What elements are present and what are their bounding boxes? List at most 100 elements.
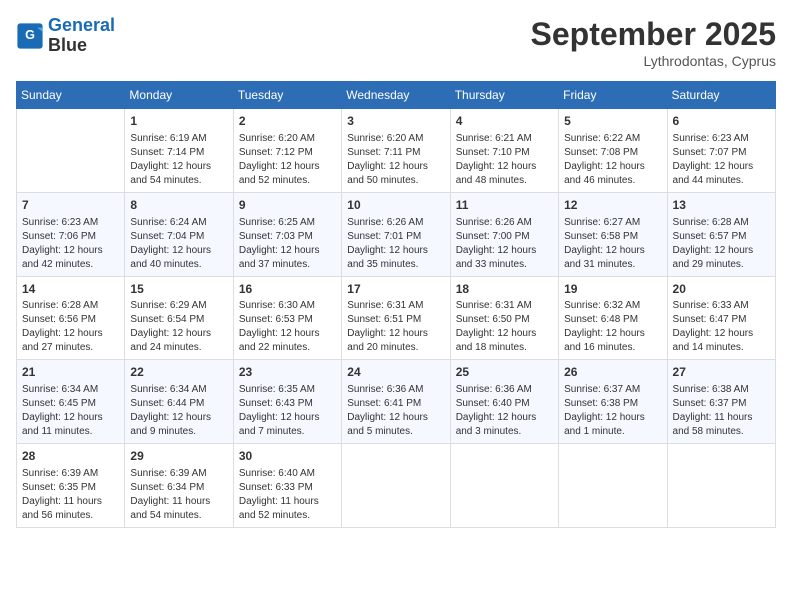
day-number: 2 xyxy=(239,113,336,130)
month-title: September 2025 xyxy=(531,16,776,53)
day-info: Sunrise: 6:36 AM Sunset: 6:40 PM Dayligh… xyxy=(456,383,553,439)
table-row xyxy=(559,444,667,528)
col-friday: Friday xyxy=(559,82,667,109)
day-number: 24 xyxy=(347,364,444,381)
col-wednesday: Wednesday xyxy=(342,82,450,109)
day-info: Sunrise: 6:34 AM Sunset: 6:45 PM Dayligh… xyxy=(22,383,119,439)
day-number: 30 xyxy=(239,448,336,465)
day-info: Sunrise: 6:20 AM Sunset: 7:12 PM Dayligh… xyxy=(239,132,336,188)
calendar-header-row: Sunday Monday Tuesday Wednesday Thursday… xyxy=(17,82,776,109)
table-row xyxy=(450,444,558,528)
day-info: Sunrise: 6:39 AM Sunset: 6:34 PM Dayligh… xyxy=(130,467,227,523)
table-row: 28 Sunrise: 6:39 AM Sunset: 6:35 PM Dayli… xyxy=(17,444,125,528)
table-row xyxy=(667,444,775,528)
day-info: Sunrise: 6:32 AM Sunset: 6:48 PM Dayligh… xyxy=(564,299,661,355)
day-number: 10 xyxy=(347,197,444,214)
calendar-week-row: 21 Sunrise: 6:34 AM Sunset: 6:45 PM Dayli… xyxy=(17,360,776,444)
day-number: 8 xyxy=(130,197,227,214)
day-number: 7 xyxy=(22,197,119,214)
col-monday: Monday xyxy=(125,82,233,109)
day-info: Sunrise: 6:36 AM Sunset: 6:41 PM Dayligh… xyxy=(347,383,444,439)
day-number: 23 xyxy=(239,364,336,381)
logo-text: General Blue xyxy=(48,16,115,56)
calendar-week-row: 1 Sunrise: 6:19 AM Sunset: 7:14 PM Daylig… xyxy=(17,109,776,193)
day-info: Sunrise: 6:19 AM Sunset: 7:14 PM Dayligh… xyxy=(130,132,227,188)
day-info: Sunrise: 6:37 AM Sunset: 6:38 PM Dayligh… xyxy=(564,383,661,439)
day-info: Sunrise: 6:23 AM Sunset: 7:07 PM Dayligh… xyxy=(673,132,770,188)
day-number: 26 xyxy=(564,364,661,381)
day-number: 29 xyxy=(130,448,227,465)
table-row: 14Sunrise: 6:28 AM Sunset: 6:56 PM Dayli… xyxy=(17,276,125,360)
day-info: Sunrise: 6:33 AM Sunset: 6:47 PM Dayligh… xyxy=(673,299,770,355)
day-number: 22 xyxy=(130,364,227,381)
day-info: Sunrise: 6:22 AM Sunset: 7:08 PM Dayligh… xyxy=(564,132,661,188)
day-number: 18 xyxy=(456,281,553,298)
day-info: Sunrise: 6:20 AM Sunset: 7:11 PM Dayligh… xyxy=(347,132,444,188)
table-row: 4Sunrise: 6:21 AM Sunset: 7:10 PM Daylig… xyxy=(450,109,558,193)
day-number: 4 xyxy=(456,113,553,130)
table-row: 24 Sunrise: 6:36 AM Sunset: 6:41 PM Dayli… xyxy=(342,360,450,444)
col-saturday: Saturday xyxy=(667,82,775,109)
day-info: Sunrise: 6:40 AM Sunset: 6:33 PM Dayligh… xyxy=(239,467,336,523)
table-row: 5Sunrise: 6:22 AM Sunset: 7:08 PM Daylig… xyxy=(559,109,667,193)
calendar-table: Sunday Monday Tuesday Wednesday Thursday… xyxy=(16,81,776,528)
table-row: 12 Sunrise: 6:27 AM Sunset: 6:58 PM Dayli… xyxy=(559,192,667,276)
table-row xyxy=(17,109,125,193)
table-row: 7 Sunrise: 6:23 AM Sunset: 7:06 PM Daylig… xyxy=(17,192,125,276)
table-row: 3Sunrise: 6:20 AM Sunset: 7:11 PM Daylig… xyxy=(342,109,450,193)
table-row: 17Sunrise: 6:31 AM Sunset: 6:51 PM Dayli… xyxy=(342,276,450,360)
day-number: 25 xyxy=(456,364,553,381)
day-info: Sunrise: 6:38 AM Sunset: 6:37 PM Dayligh… xyxy=(673,383,770,439)
location-subtitle: Lythrodontas, Cyprus xyxy=(531,53,776,69)
day-number: 28 xyxy=(22,448,119,465)
svg-text:G: G xyxy=(25,28,35,42)
col-thursday: Thursday xyxy=(450,82,558,109)
table-row: 25 Sunrise: 6:36 AM Sunset: 6:40 PM Dayli… xyxy=(450,360,558,444)
table-row: 10 Sunrise: 6:26 AM Sunset: 7:01 PM Dayli… xyxy=(342,192,450,276)
table-row: 22 Sunrise: 6:34 AM Sunset: 6:44 PM Dayli… xyxy=(125,360,233,444)
day-number: 17 xyxy=(347,281,444,298)
day-info: Sunrise: 6:31 AM Sunset: 6:51 PM Dayligh… xyxy=(347,299,444,355)
table-row: 26 Sunrise: 6:37 AM Sunset: 6:38 PM Dayli… xyxy=(559,360,667,444)
calendar-week-row: 14Sunrise: 6:28 AM Sunset: 6:56 PM Dayli… xyxy=(17,276,776,360)
day-info: Sunrise: 6:34 AM Sunset: 6:44 PM Dayligh… xyxy=(130,383,227,439)
day-number: 14 xyxy=(22,281,119,298)
day-info: Sunrise: 6:28 AM Sunset: 6:57 PM Dayligh… xyxy=(673,216,770,272)
logo-icon: G xyxy=(16,22,44,50)
logo-line2: Blue xyxy=(48,35,87,55)
title-area: September 2025 Lythrodontas, Cyprus xyxy=(531,16,776,69)
day-number: 16 xyxy=(239,281,336,298)
day-number: 11 xyxy=(456,197,553,214)
table-row: 29 Sunrise: 6:39 AM Sunset: 6:34 PM Dayli… xyxy=(125,444,233,528)
day-number: 6 xyxy=(673,113,770,130)
day-info: Sunrise: 6:24 AM Sunset: 7:04 PM Dayligh… xyxy=(130,216,227,272)
day-info: Sunrise: 6:30 AM Sunset: 6:53 PM Dayligh… xyxy=(239,299,336,355)
table-row: 2 Sunrise: 6:20 AM Sunset: 7:12 PM Daylig… xyxy=(233,109,341,193)
day-info: Sunrise: 6:26 AM Sunset: 7:00 PM Dayligh… xyxy=(456,216,553,272)
day-number: 1 xyxy=(130,113,227,130)
col-sunday: Sunday xyxy=(17,82,125,109)
table-row: 19Sunrise: 6:32 AM Sunset: 6:48 PM Dayli… xyxy=(559,276,667,360)
table-row: 30 Sunrise: 6:40 AM Sunset: 6:33 PM Dayli… xyxy=(233,444,341,528)
logo-line1: General xyxy=(48,15,115,35)
table-row: 15Sunrise: 6:29 AM Sunset: 6:54 PM Dayli… xyxy=(125,276,233,360)
header: G General Blue September 2025 Lythrodont… xyxy=(16,16,776,69)
day-info: Sunrise: 6:26 AM Sunset: 7:01 PM Dayligh… xyxy=(347,216,444,272)
day-info: Sunrise: 6:31 AM Sunset: 6:50 PM Dayligh… xyxy=(456,299,553,355)
day-info: Sunrise: 6:23 AM Sunset: 7:06 PM Dayligh… xyxy=(22,216,119,272)
day-number: 21 xyxy=(22,364,119,381)
table-row: 20Sunrise: 6:33 AM Sunset: 6:47 PM Dayli… xyxy=(667,276,775,360)
day-info: Sunrise: 6:39 AM Sunset: 6:35 PM Dayligh… xyxy=(22,467,119,523)
table-row: 23Sunrise: 6:35 AM Sunset: 6:43 PM Dayli… xyxy=(233,360,341,444)
table-row: 11 Sunrise: 6:26 AM Sunset: 7:00 PM Dayli… xyxy=(450,192,558,276)
day-info: Sunrise: 6:28 AM Sunset: 6:56 PM Dayligh… xyxy=(22,299,119,355)
table-row: 27Sunrise: 6:38 AM Sunset: 6:37 PM Dayli… xyxy=(667,360,775,444)
day-number: 9 xyxy=(239,197,336,214)
day-number: 13 xyxy=(673,197,770,214)
table-row: 18Sunrise: 6:31 AM Sunset: 6:50 PM Dayli… xyxy=(450,276,558,360)
day-number: 12 xyxy=(564,197,661,214)
table-row: 21 Sunrise: 6:34 AM Sunset: 6:45 PM Dayli… xyxy=(17,360,125,444)
table-row: 1 Sunrise: 6:19 AM Sunset: 7:14 PM Daylig… xyxy=(125,109,233,193)
day-info: Sunrise: 6:27 AM Sunset: 6:58 PM Dayligh… xyxy=(564,216,661,272)
col-tuesday: Tuesday xyxy=(233,82,341,109)
